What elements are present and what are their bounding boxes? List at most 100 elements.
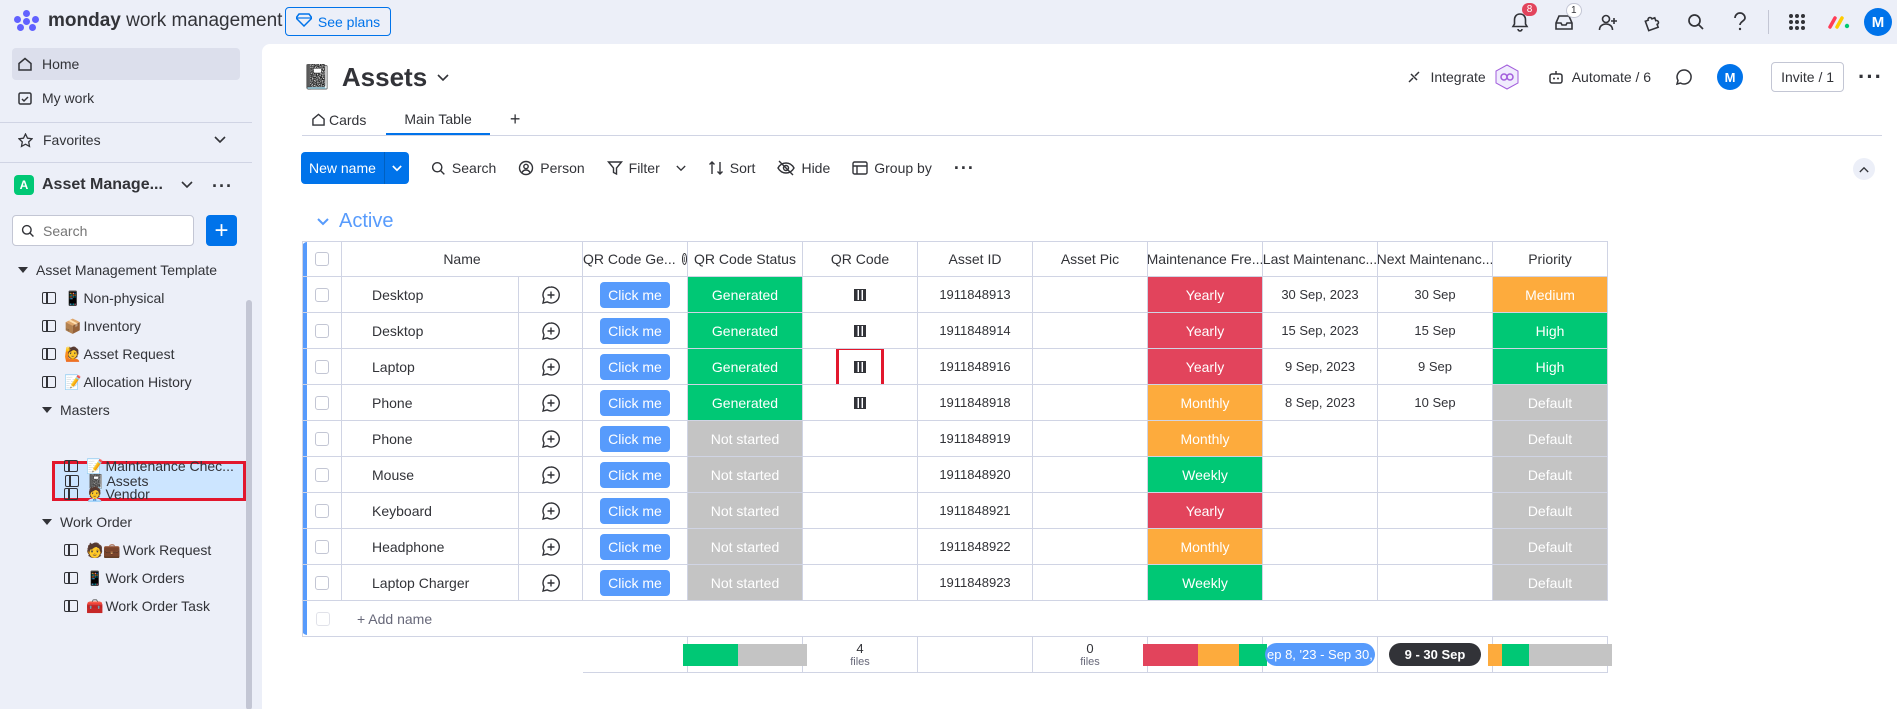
column-header[interactable]: QR Code Status bbox=[688, 241, 803, 277]
user-avatar-button[interactable]: M bbox=[1859, 0, 1897, 44]
table-row[interactable]: Mouse Click me Not started 1911848920 Weekly… bbox=[302, 457, 1608, 493]
table-row[interactable]: Desktop Click me Generated 1911848913 Yearly… bbox=[302, 277, 1608, 313]
sidebar-item-my-work[interactable]: My work bbox=[12, 82, 240, 114]
asset-pic-cell[interactable] bbox=[1033, 385, 1148, 421]
asset-pic-cell[interactable] bbox=[1033, 313, 1148, 349]
item-name-cell[interactable]: Phone bbox=[342, 385, 518, 421]
last-maintenance-cell[interactable] bbox=[1263, 529, 1378, 565]
click-me-button[interactable]: Click me bbox=[600, 533, 670, 560]
table-row[interactable]: Laptop Charger Click me Not started 1911848… bbox=[302, 565, 1608, 601]
maintenance-frequency-cell[interactable]: Monthly bbox=[1148, 529, 1263, 565]
asset-pic-cell[interactable] bbox=[1033, 277, 1148, 313]
folder-asset-management-template[interactable]: Asset Management Template bbox=[18, 256, 217, 284]
maintenance-frequency-cell[interactable]: Weekly bbox=[1148, 565, 1263, 601]
add-update-button[interactable] bbox=[518, 277, 583, 313]
row-checkbox[interactable] bbox=[315, 359, 329, 374]
see-plans-button[interactable]: See plans bbox=[285, 7, 391, 36]
qr-code-cell[interactable] bbox=[803, 277, 918, 313]
qr-code-cell[interactable] bbox=[803, 421, 918, 457]
invite-button[interactable]: Invite / 1 bbox=[1771, 62, 1845, 92]
tab-cards[interactable]: Cards bbox=[302, 104, 376, 135]
qr-code-cell[interactable] bbox=[803, 385, 918, 421]
invite-members-button[interactable] bbox=[1586, 0, 1630, 44]
app-switcher-button[interactable] bbox=[1775, 0, 1819, 44]
row-checkbox[interactable] bbox=[315, 287, 329, 302]
filter-button[interactable]: Filter bbox=[606, 160, 686, 176]
item-name[interactable]: Laptop Charger bbox=[372, 575, 469, 591]
sidebar-item-inventory[interactable]: 📦 Inventory bbox=[42, 312, 141, 340]
sidebar-item-vendor[interactable]: 🧑‍💼 Vendor bbox=[64, 480, 150, 508]
sidebar-item-maintenance-checklist[interactable]: 📝 Maintenance Chec... bbox=[64, 452, 234, 480]
monday-product-icon[interactable] bbox=[1819, 0, 1859, 44]
add-update-button[interactable] bbox=[518, 349, 583, 385]
sidebar-item-non-physical[interactable]: 📱 Non-physical bbox=[42, 284, 164, 312]
add-view-button[interactable]: + bbox=[500, 104, 531, 135]
next-maintenance-cell[interactable] bbox=[1378, 421, 1493, 457]
add-item-button[interactable]: + bbox=[206, 215, 237, 246]
sidebar-scrollbar[interactable] bbox=[246, 300, 252, 709]
add-update-button[interactable] bbox=[518, 385, 583, 421]
next-maintenance-cell[interactable] bbox=[1378, 493, 1493, 529]
qr-code-cell[interactable] bbox=[803, 349, 918, 385]
table-row[interactable]: Phone Click me Generated 1911848918 Monthly 8… bbox=[302, 385, 1608, 421]
priority-cell[interactable]: Default bbox=[1493, 385, 1608, 421]
row-checkbox[interactable] bbox=[315, 539, 329, 554]
sidebar-item-allocation-history[interactable]: 📝 Allocation History bbox=[42, 368, 192, 396]
priority-cell[interactable]: Medium bbox=[1493, 277, 1608, 313]
qr-status-cell[interactable]: Generated bbox=[688, 313, 803, 349]
last-maintenance-cell[interactable] bbox=[1263, 421, 1378, 457]
global-search-button[interactable] bbox=[1674, 0, 1718, 44]
more-icon[interactable]: ··· bbox=[954, 158, 975, 179]
last-maintenance-cell[interactable]: 8 Sep, 2023 bbox=[1263, 385, 1378, 421]
row-checkbox[interactable] bbox=[315, 431, 329, 446]
qr-status-cell[interactable]: Generated bbox=[688, 349, 803, 385]
last-maintenance-cell[interactable] bbox=[1263, 457, 1378, 493]
qr-status-cell[interactable]: Not started bbox=[688, 565, 803, 601]
qr-code-cell[interactable] bbox=[803, 565, 918, 601]
last-maintenance-cell[interactable]: 30 Sep, 2023 bbox=[1263, 277, 1378, 313]
add-update-button[interactable] bbox=[518, 529, 583, 565]
workspace-more-icon[interactable]: ··· bbox=[212, 176, 233, 197]
column-header[interactable]: Priority bbox=[1493, 241, 1608, 277]
table-row[interactable]: Phone Click me Not started 1911848919 Monthl… bbox=[302, 421, 1608, 457]
qr-code-cell[interactable] bbox=[803, 313, 918, 349]
qr-code-cell[interactable] bbox=[803, 529, 918, 565]
column-header[interactable]: QR Code bbox=[803, 241, 918, 277]
new-item-button[interactable]: New name bbox=[301, 152, 409, 184]
qr-code-icon[interactable] bbox=[854, 324, 866, 337]
asset-pic-cell[interactable] bbox=[1033, 493, 1148, 529]
summary-next-maintenance[interactable]: 9 - 30 Sep bbox=[1378, 637, 1493, 673]
new-item-label[interactable]: New name bbox=[301, 152, 385, 184]
item-name-cell[interactable]: Phone bbox=[342, 421, 518, 457]
sort-button[interactable]: Sort bbox=[708, 160, 755, 176]
qr-status-cell[interactable]: Not started bbox=[688, 529, 803, 565]
add-update-button[interactable] bbox=[518, 493, 583, 529]
priority-cell[interactable]: Default bbox=[1493, 421, 1608, 457]
last-maintenance-cell[interactable]: 9 Sep, 2023 bbox=[1263, 349, 1378, 385]
priority-cell[interactable]: Default bbox=[1493, 493, 1608, 529]
qr-code-cell[interactable] bbox=[803, 457, 918, 493]
item-name-cell[interactable]: Headphone bbox=[342, 529, 518, 565]
row-checkbox[interactable] bbox=[315, 503, 329, 518]
next-maintenance-cell[interactable] bbox=[1378, 565, 1493, 601]
last-maintenance-cell[interactable] bbox=[1263, 565, 1378, 601]
click-me-button[interactable]: Click me bbox=[600, 497, 670, 524]
add-update-button[interactable] bbox=[518, 313, 583, 349]
maintenance-frequency-cell[interactable]: Yearly bbox=[1148, 349, 1263, 385]
item-name[interactable]: Keyboard bbox=[372, 503, 432, 519]
sidebar-item-work-order-task[interactable]: 🧰 Work Order Task bbox=[64, 592, 210, 620]
integrate-button[interactable]: Integrate bbox=[1406, 64, 1519, 90]
add-update-button[interactable] bbox=[518, 421, 583, 457]
folder-work-order[interactable]: Work Order bbox=[42, 508, 132, 536]
sidebar-item-favorites[interactable]: Favorites bbox=[12, 124, 240, 156]
asset-pic-cell[interactable] bbox=[1033, 421, 1148, 457]
qr-status-cell[interactable]: Not started bbox=[688, 493, 803, 529]
folder-masters[interactable]: Masters bbox=[42, 396, 110, 424]
item-name-cell[interactable]: Mouse bbox=[342, 457, 518, 493]
group-by-button[interactable]: Group by bbox=[852, 160, 932, 176]
next-maintenance-cell[interactable]: 30 Sep bbox=[1378, 277, 1493, 313]
click-me-button[interactable]: Click me bbox=[600, 353, 670, 380]
column-header[interactable]: QR Code Ge... i bbox=[583, 241, 688, 277]
click-me-button[interactable]: Click me bbox=[600, 425, 670, 452]
person-filter-button[interactable]: Person bbox=[518, 160, 585, 176]
